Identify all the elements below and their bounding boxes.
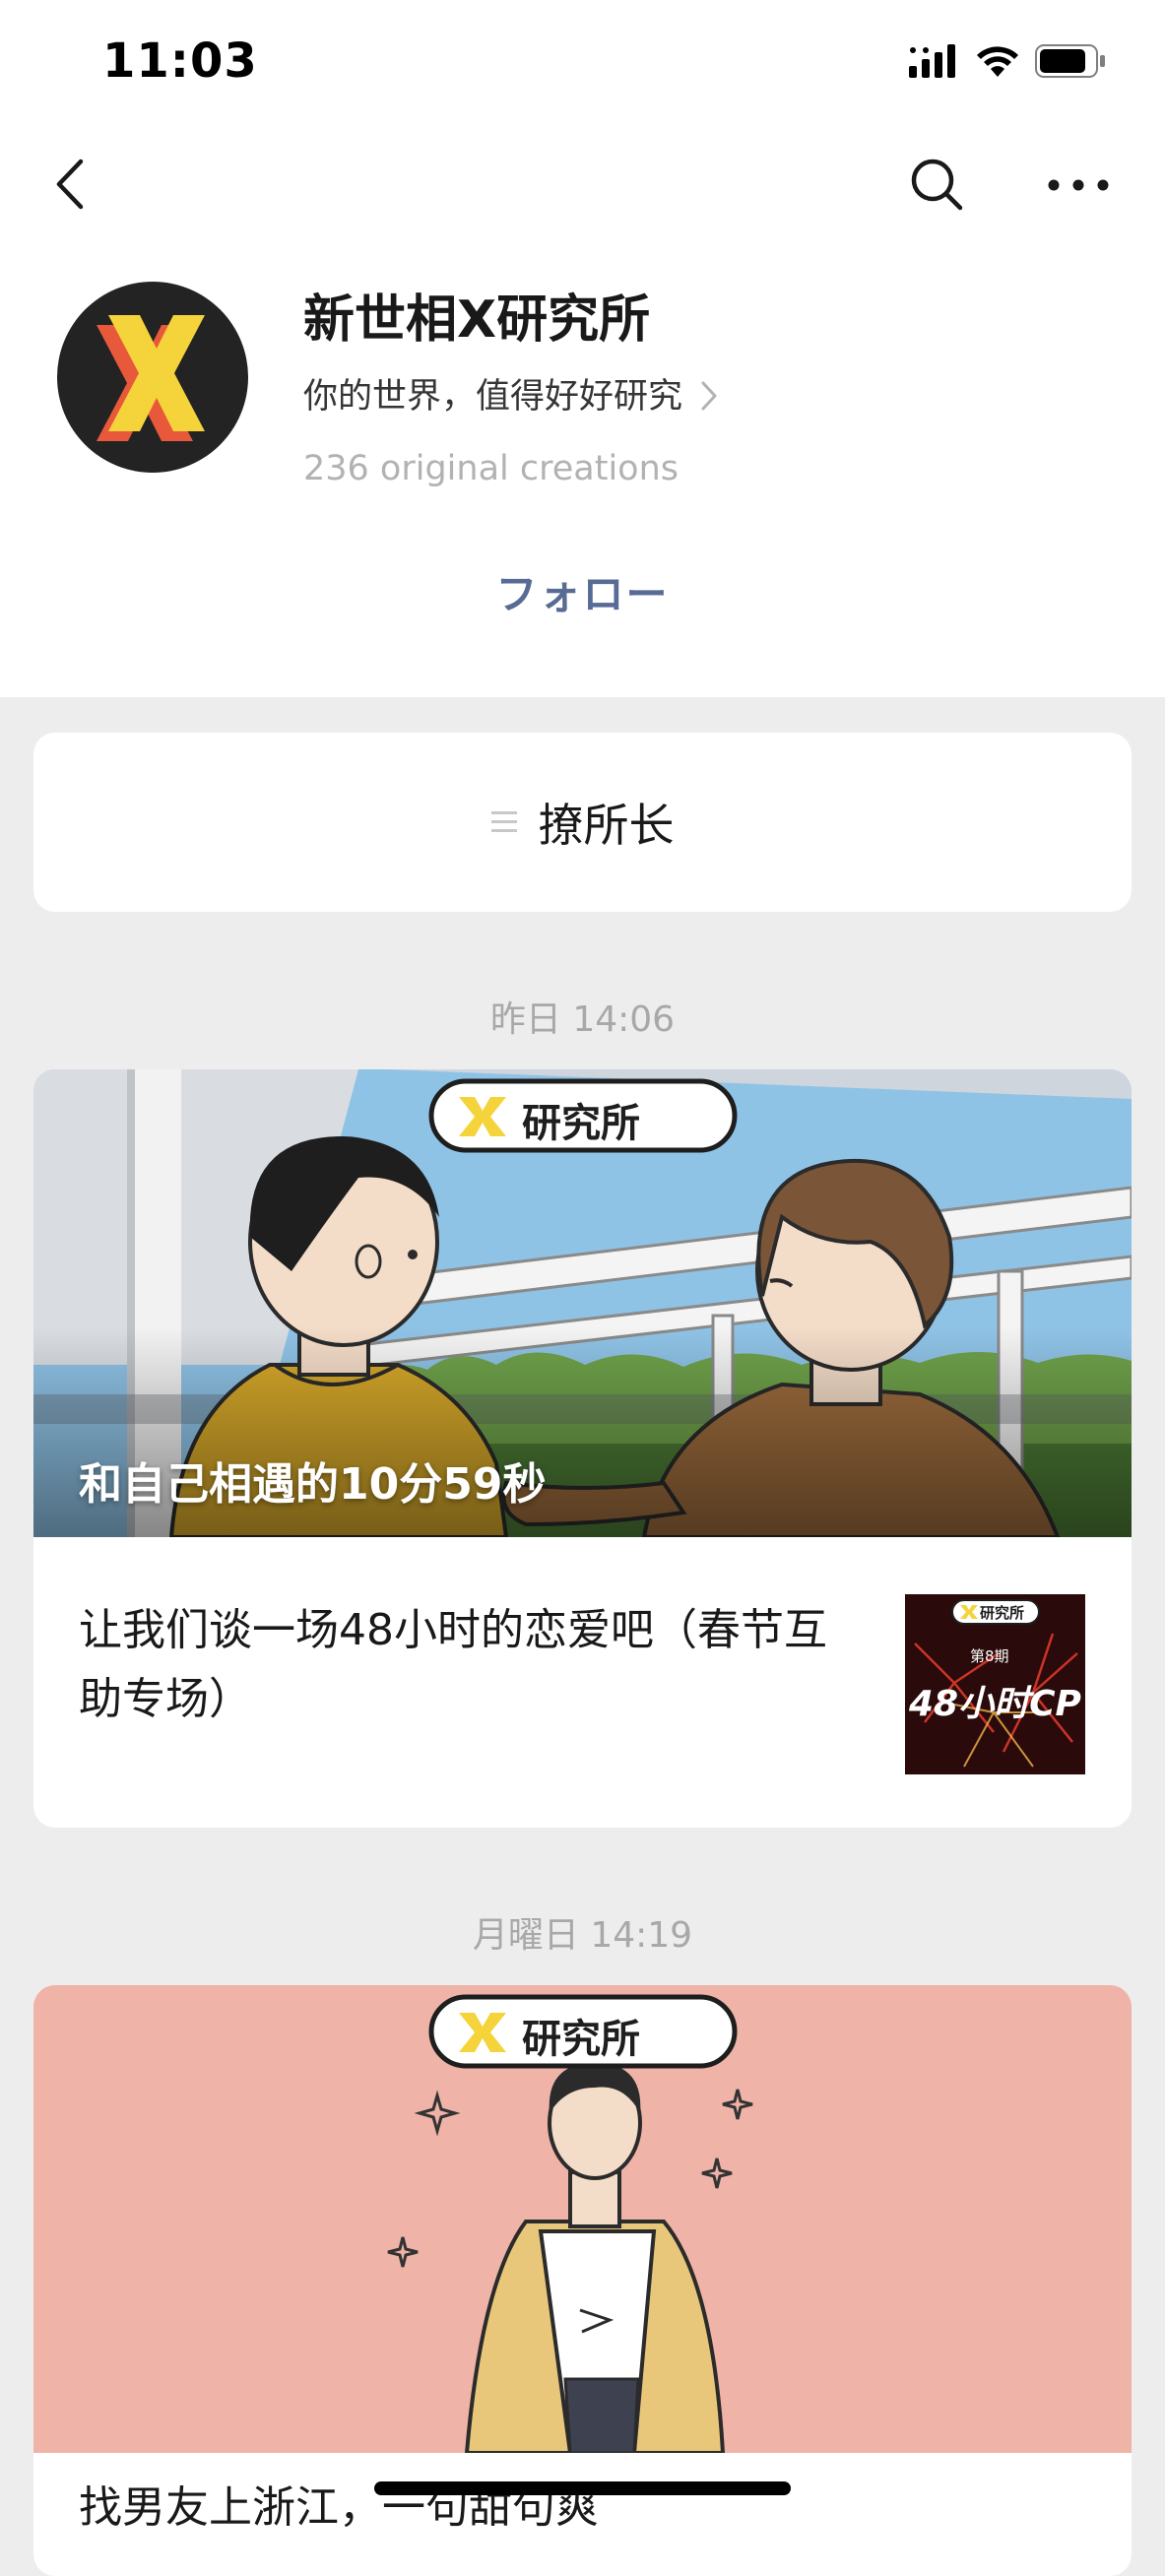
- chevron-left-icon: [56, 159, 84, 210]
- post-timestamp: 昨日 14:06: [489, 999, 676, 1040]
- x-logo-icon: [97, 315, 205, 441]
- menu-label: 撩所长: [538, 799, 675, 852]
- more-button[interactable]: [1044, 167, 1113, 203]
- status-icons: [909, 41, 1106, 81]
- article-cover[interactable]: 研究所: [33, 1985, 1132, 2453]
- wifi-icon: [977, 46, 1018, 77]
- account-description-link[interactable]: 你的世界，值得好好研究: [303, 368, 718, 419]
- more-dots-icon: [1048, 179, 1109, 191]
- post-timestamp: 月曜日 14:19: [472, 1915, 693, 1956]
- search-button[interactable]: [906, 154, 969, 217]
- menu-lines-icon: [490, 811, 517, 832]
- thumb-text: 48小时CP: [909, 1684, 1081, 1724]
- thumb-badge: 研究所: [980, 1604, 1025, 1622]
- article-card: 研究所 和自己相遇的10分59秒 让我们谈一场48小时的恋爱吧（春节互助专场）: [33, 1069, 1132, 1828]
- back-button[interactable]: [47, 150, 97, 219]
- status-time: 11:03: [102, 33, 258, 89]
- article-list-item[interactable]: 让我们谈一场48小时的恋爱吧（春节互助专场） 研究所 第8期 48小时CP: [33, 1537, 1132, 1828]
- cover-title: 和自己相遇的10分59秒: [79, 1459, 547, 1510]
- menu-button[interactable]: 撩所长: [33, 733, 1132, 912]
- cellular-signal-icon: [909, 44, 955, 78]
- chevron-right-icon: [701, 381, 717, 410]
- article-cover[interactable]: 研究所 和自己相遇的10分59秒: [33, 1069, 1132, 1537]
- search-icon: [911, 159, 963, 211]
- home-indicator[interactable]: [374, 2481, 791, 2495]
- account-description: 你的世界，值得好好研究: [303, 377, 683, 417]
- avatar[interactable]: [57, 282, 248, 473]
- cover-badge: 研究所: [522, 1101, 640, 1146]
- article-title: 让我们谈一场48小时的恋爱吧（春节互助专场）: [79, 1605, 827, 1724]
- cover-badge: 研究所: [522, 2017, 640, 2062]
- account-name: 新世相X研究所: [303, 290, 651, 350]
- thumb-issue: 第8期: [970, 1647, 1009, 1665]
- follow-button[interactable]: フォロー: [0, 561, 1165, 621]
- original-count: 236 original creations: [303, 449, 680, 488]
- article-thumbnail: 研究所 第8期 48小时CP: [905, 1594, 1085, 1774]
- battery-icon: [1035, 44, 1105, 78]
- status-bar: 11:03: [0, 0, 1165, 128]
